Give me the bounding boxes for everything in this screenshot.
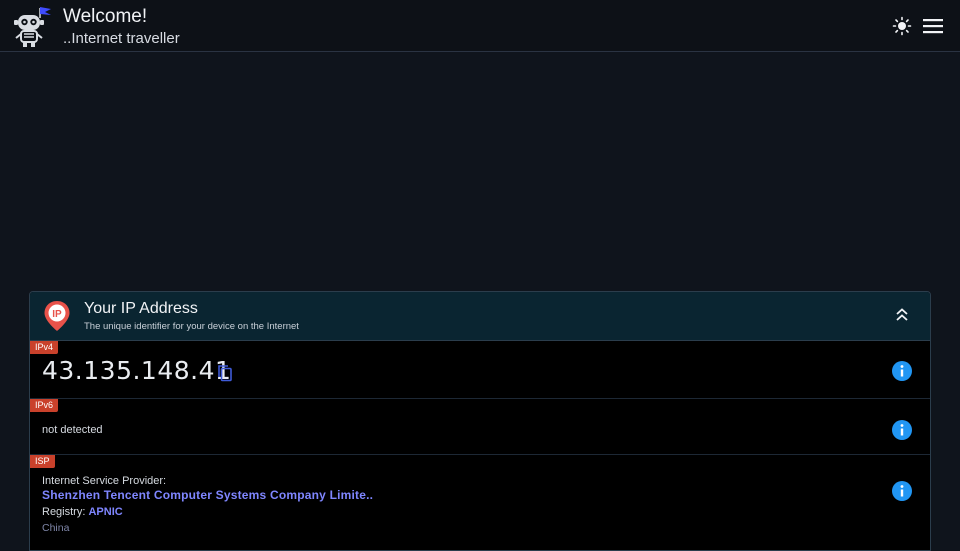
- ipv4-value[interactable]: 43.135.148.41: [42, 356, 231, 385]
- chevron-double-up-icon[interactable]: [894, 306, 910, 324]
- ipv6-badge: IPv6: [30, 399, 59, 412]
- isp-badge: ISP: [30, 455, 55, 468]
- isp-label: Internet Service Provider:: [42, 475, 167, 487]
- registry-line: Registry: APNIC: [42, 506, 123, 518]
- robot-icon[interactable]: [10, 4, 54, 48]
- isp-name: Shenzhen Tencent Computer Systems Compan…: [42, 488, 374, 502]
- svg-text:IP: IP: [52, 309, 62, 320]
- info-icon[interactable]: [891, 419, 913, 441]
- card-subtitle: The unique identifier for your device on…: [84, 321, 299, 332]
- welcome-title: Welcome!: [63, 6, 148, 27]
- isp-row: ISP Internet Service Provider: Shenzhen …: [30, 455, 930, 550]
- sun-icon[interactable]: [892, 16, 912, 36]
- info-icon[interactable]: [891, 480, 913, 502]
- hamburger-menu-icon[interactable]: [922, 16, 944, 36]
- ipv4-badge: IPv4: [30, 341, 59, 354]
- registry-label: Registry:: [42, 506, 86, 518]
- welcome-subtitle: ..Internet traveller: [63, 30, 180, 47]
- ipv6-row: IPv6 not detected: [30, 399, 930, 455]
- ip-address-card: IP Your IP Address The unique identifier…: [29, 291, 931, 551]
- app-header: Welcome! ..Internet traveller: [0, 0, 960, 52]
- ip-location-pin-icon: IP: [43, 300, 71, 332]
- ip-card-header[interactable]: IP Your IP Address The unique identifier…: [30, 292, 930, 341]
- info-icon[interactable]: [891, 360, 913, 382]
- registry-value: APNIC: [88, 506, 123, 518]
- card-title: Your IP Address: [84, 300, 198, 317]
- isp-country: China: [42, 522, 70, 534]
- ipv4-row: IPv4 43.135.148.41: [30, 341, 930, 399]
- ipv6-value: not detected: [42, 424, 103, 436]
- copy-icon[interactable]: [217, 364, 233, 382]
